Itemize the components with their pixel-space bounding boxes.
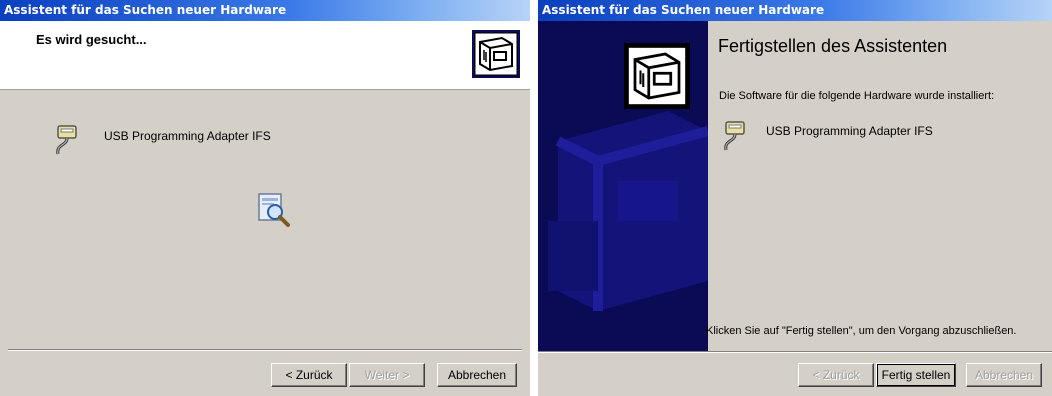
usb-cable-icon — [720, 120, 750, 159]
hardware-wizard-icon — [624, 43, 690, 114]
device-name: USB Programming Adapter IFS — [104, 129, 271, 143]
cancel-button[interactable]: Abbrechen — [437, 363, 517, 387]
usb-cable-icon — [52, 124, 82, 163]
back-button[interactable]: < Zurück — [798, 363, 874, 387]
finish-hint-text: Klicken Sie auf "Fertig stellen", um den… — [706, 325, 1017, 337]
cancel-button[interactable]: Abbrechen — [966, 363, 1042, 387]
magnifier-search-icon — [255, 192, 295, 235]
finish-heading: Fertigstellen des Assistenten — [718, 36, 948, 56]
finish-wizard-titlebar[interactable]: Assistent für das Suchen neuer Hardware — [538, 0, 1052, 21]
search-wizard-header: Es wird gesucht... — [0, 21, 530, 90]
finish-wizard-window: Assistent für das Suchen neuer Hardware … — [538, 0, 1052, 396]
hardware-wizard-icon — [472, 30, 520, 83]
finish-button[interactable]: Fertig stellen — [876, 363, 956, 387]
search-wizard-heading: Es wird gesucht... — [36, 32, 147, 47]
wizard-side-panel — [538, 21, 708, 351]
search-wizard-titlebar[interactable]: Assistent für das Suchen neuer Hardware — [0, 0, 530, 21]
button-divider — [8, 349, 522, 351]
next-button[interactable]: Weiter > — [349, 363, 425, 387]
back-button[interactable]: < Zurück — [271, 363, 347, 387]
finish-intro-text: Die Software für die folgende Hardware w… — [719, 90, 995, 102]
device-name: USB Programming Adapter IFS — [766, 124, 933, 138]
search-wizard-window: Assistent für das Suchen neuer Hardware … — [0, 0, 530, 396]
button-divider — [538, 351, 1052, 353]
